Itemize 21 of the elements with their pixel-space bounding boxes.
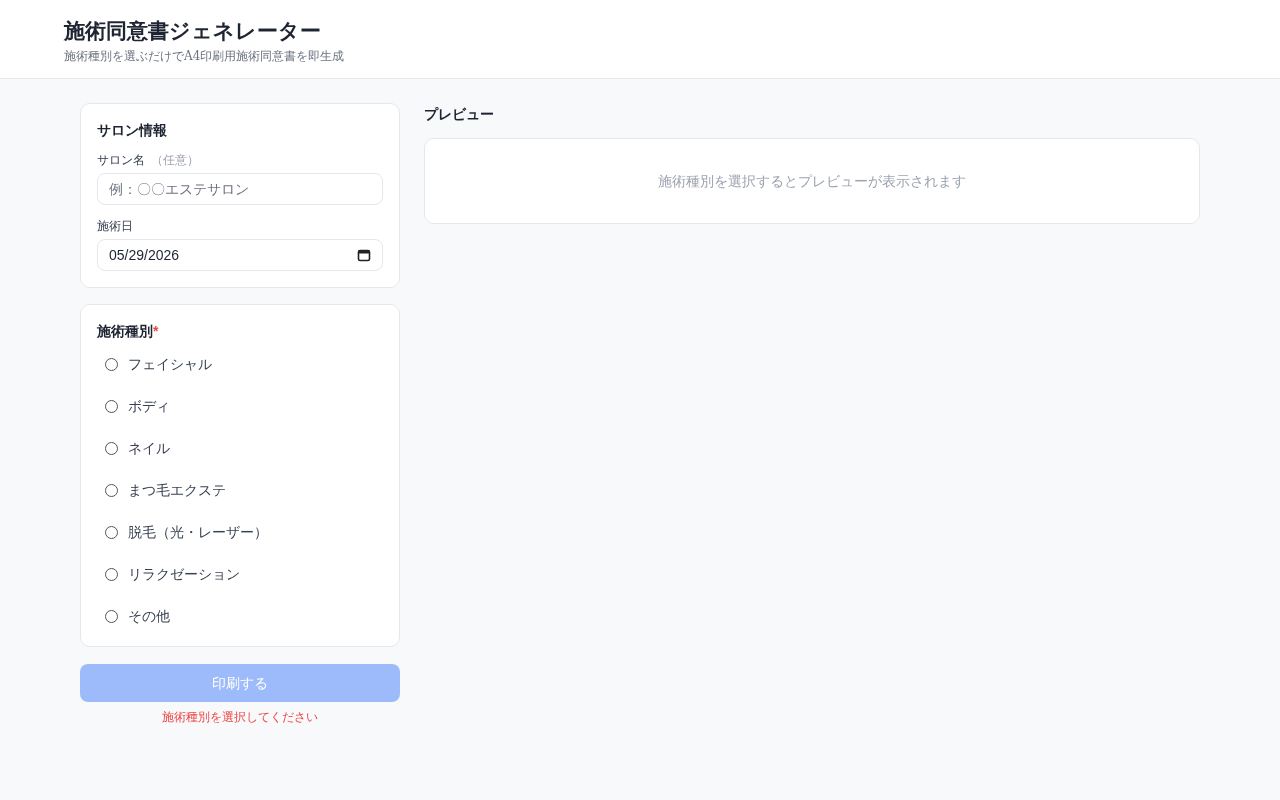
option-label[interactable]: リラクゼーション bbox=[128, 563, 240, 585]
app-subtitle: 施術種別を選ぶだけでA4印刷用施術同意書を即生成 bbox=[64, 48, 346, 65]
date-field[interactable]: 05/29/2026 bbox=[97, 239, 383, 271]
option-label[interactable]: その他 bbox=[128, 605, 170, 627]
field-label: サロン名 bbox=[97, 152, 145, 169]
option-label[interactable]: ネイル bbox=[128, 437, 170, 459]
option-label[interactable]: 脱毛（光・レーザー） bbox=[128, 521, 268, 543]
required-mark: * bbox=[153, 322, 159, 341]
error-message: 施術種別を選択してください bbox=[161, 709, 319, 726]
option-label[interactable]: フェイシャル bbox=[128, 353, 212, 375]
preview-title: プレビュー bbox=[424, 105, 495, 124]
option-label[interactable]: ボディ bbox=[128, 395, 170, 417]
section-title: サロン情報 bbox=[97, 121, 168, 140]
section-title: 施術種別 bbox=[97, 322, 153, 341]
salon-name-field[interactable]: 例：〇〇エステサロン bbox=[97, 173, 383, 205]
app-title: 施術同意書ジェネレーター bbox=[64, 18, 322, 44]
field-label: 施術日 bbox=[97, 218, 134, 235]
empty-message: 施術種別を選択するとプレビューが表示されます bbox=[658, 171, 966, 191]
option-label[interactable]: まつ毛エクステ bbox=[128, 479, 226, 501]
calendar-icon[interactable] bbox=[357, 248, 371, 262]
optional-note: （任意） bbox=[151, 152, 199, 169]
